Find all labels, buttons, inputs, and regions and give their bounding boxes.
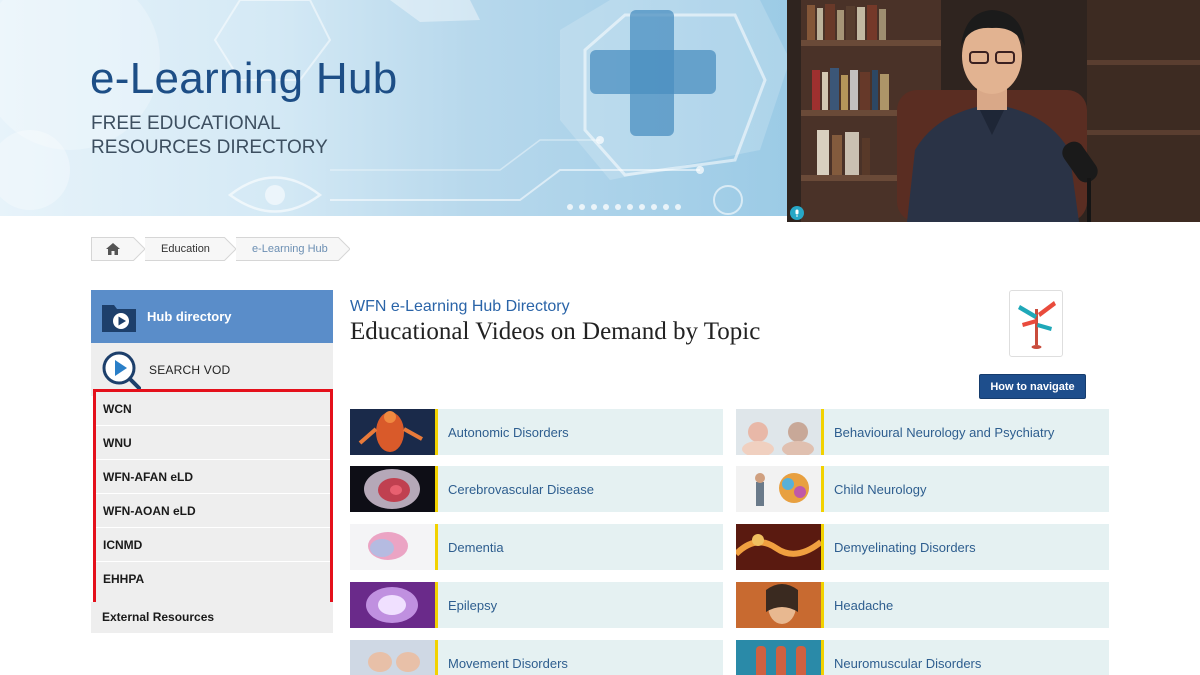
topic-label: Dementia: [448, 539, 504, 555]
microphone-icon: [790, 206, 804, 220]
topic-thumbnail: [350, 409, 435, 455]
breadcrumb: Education e-Learning Hub: [91, 237, 350, 261]
topic-card-behavioural[interactable]: Behavioural Neurology and Psychiatry: [736, 409, 1109, 455]
topic-label: Child Neurology: [834, 481, 927, 497]
topic-card-cerebrovascular[interactable]: Cerebrovascular Disease: [350, 466, 723, 512]
breadcrumb-education[interactable]: Education: [145, 237, 224, 261]
breadcrumb-end: [337, 237, 350, 261]
signpost-icon: [1018, 301, 1056, 349]
sidebar-item-ehhpa[interactable]: EHHPA: [96, 562, 330, 596]
folder-video-icon: [102, 304, 136, 332]
topic-thumbnail: [736, 582, 821, 628]
topic-card-dementia[interactable]: Dementia: [350, 524, 723, 570]
topic-card-headache[interactable]: Headache: [736, 582, 1109, 628]
topic-thumbnail: [350, 466, 435, 512]
hero-banner: e-Learning Hub FREE EDUCATIONAL RESOURCE…: [0, 0, 787, 216]
topic-thumbnail: [350, 640, 435, 675]
topic-card-child-neurology[interactable]: Child Neurology: [736, 466, 1109, 512]
topic-label: Neuromuscular Disorders: [834, 655, 982, 671]
topic-card-demyelinating[interactable]: Demyelinating Disorders: [736, 524, 1109, 570]
breadcrumb-separator: [223, 237, 236, 261]
topic-card-autonomic[interactable]: Autonomic Disorders: [350, 409, 723, 455]
sidebar-item-external-resources[interactable]: External Resources: [91, 602, 333, 633]
presenter-video: [787, 0, 1200, 222]
topic-card-neuromuscular[interactable]: Neuromuscular Disorders: [736, 640, 1109, 675]
how-to-navigate-button[interactable]: How to navigate: [979, 374, 1086, 399]
topic-label: Demyelinating Disorders: [834, 539, 976, 555]
page-title: Educational Videos on Demand by Topic: [350, 318, 761, 345]
presenter-video-frame: [787, 0, 1200, 222]
breadcrumb-home[interactable]: [91, 237, 133, 261]
banner-subtitle: FREE EDUCATIONAL RESOURCES DIRECTORY: [91, 113, 328, 158]
topic-label: Headache: [834, 597, 894, 613]
topic-thumbnail: [736, 640, 821, 675]
topic-label: Movement Disorders: [448, 655, 568, 671]
topic-label: Behavioural Neurology and Psychiatry: [834, 424, 1055, 440]
section-subtitle: WFN e-Learning Hub Directory: [350, 298, 570, 315]
topic-thumbnail: [350, 524, 435, 570]
topic-thumbnail: [736, 409, 821, 455]
sidebar-item-label: SEARCH VOD: [149, 362, 231, 377]
topic-thumbnail: [350, 582, 435, 628]
sidebar-item-wnu[interactable]: WNU: [96, 426, 330, 460]
topic-card-epilepsy[interactable]: Epilepsy: [350, 582, 723, 628]
topic-thumbnail: [736, 466, 821, 512]
sidebar-item-wfn-aoan[interactable]: WFN-AOAN eLD: [96, 494, 330, 528]
topic-thumbnail: [736, 524, 821, 570]
sidebar-item-icnmd[interactable]: ICNMD: [96, 528, 330, 562]
sidebar-item-hub-directory[interactable]: Hub directory: [91, 290, 333, 343]
topic-label: Cerebrovascular Disease: [448, 481, 594, 497]
topic-label: Autonomic Disorders: [448, 424, 569, 440]
breadcrumb-separator: [133, 237, 145, 261]
search-video-icon: [102, 351, 141, 390]
sidebar-item-wfn-afan[interactable]: WFN-AFAN eLD: [96, 460, 330, 494]
sidebar: Hub directory SEARCH VOD WCN WNU WFN-AFA…: [91, 290, 333, 633]
home-icon: [105, 243, 120, 255]
signpost-logo: [1009, 290, 1063, 357]
topic-card-movement[interactable]: Movement Disorders: [350, 640, 723, 675]
banner-title: e-Learning Hub: [90, 54, 398, 103]
sidebar-highlighted-group: WCN WNU WFN-AFAN eLD WFN-AOAN eLD ICNMD …: [93, 389, 333, 606]
breadcrumb-elearning-hub[interactable]: e-Learning Hub: [235, 237, 338, 261]
topic-label: Epilepsy: [448, 597, 498, 613]
sidebar-item-label: Hub directory: [147, 309, 232, 324]
sidebar-item-wcn[interactable]: WCN: [96, 392, 330, 426]
banner-background: [0, 0, 787, 215]
